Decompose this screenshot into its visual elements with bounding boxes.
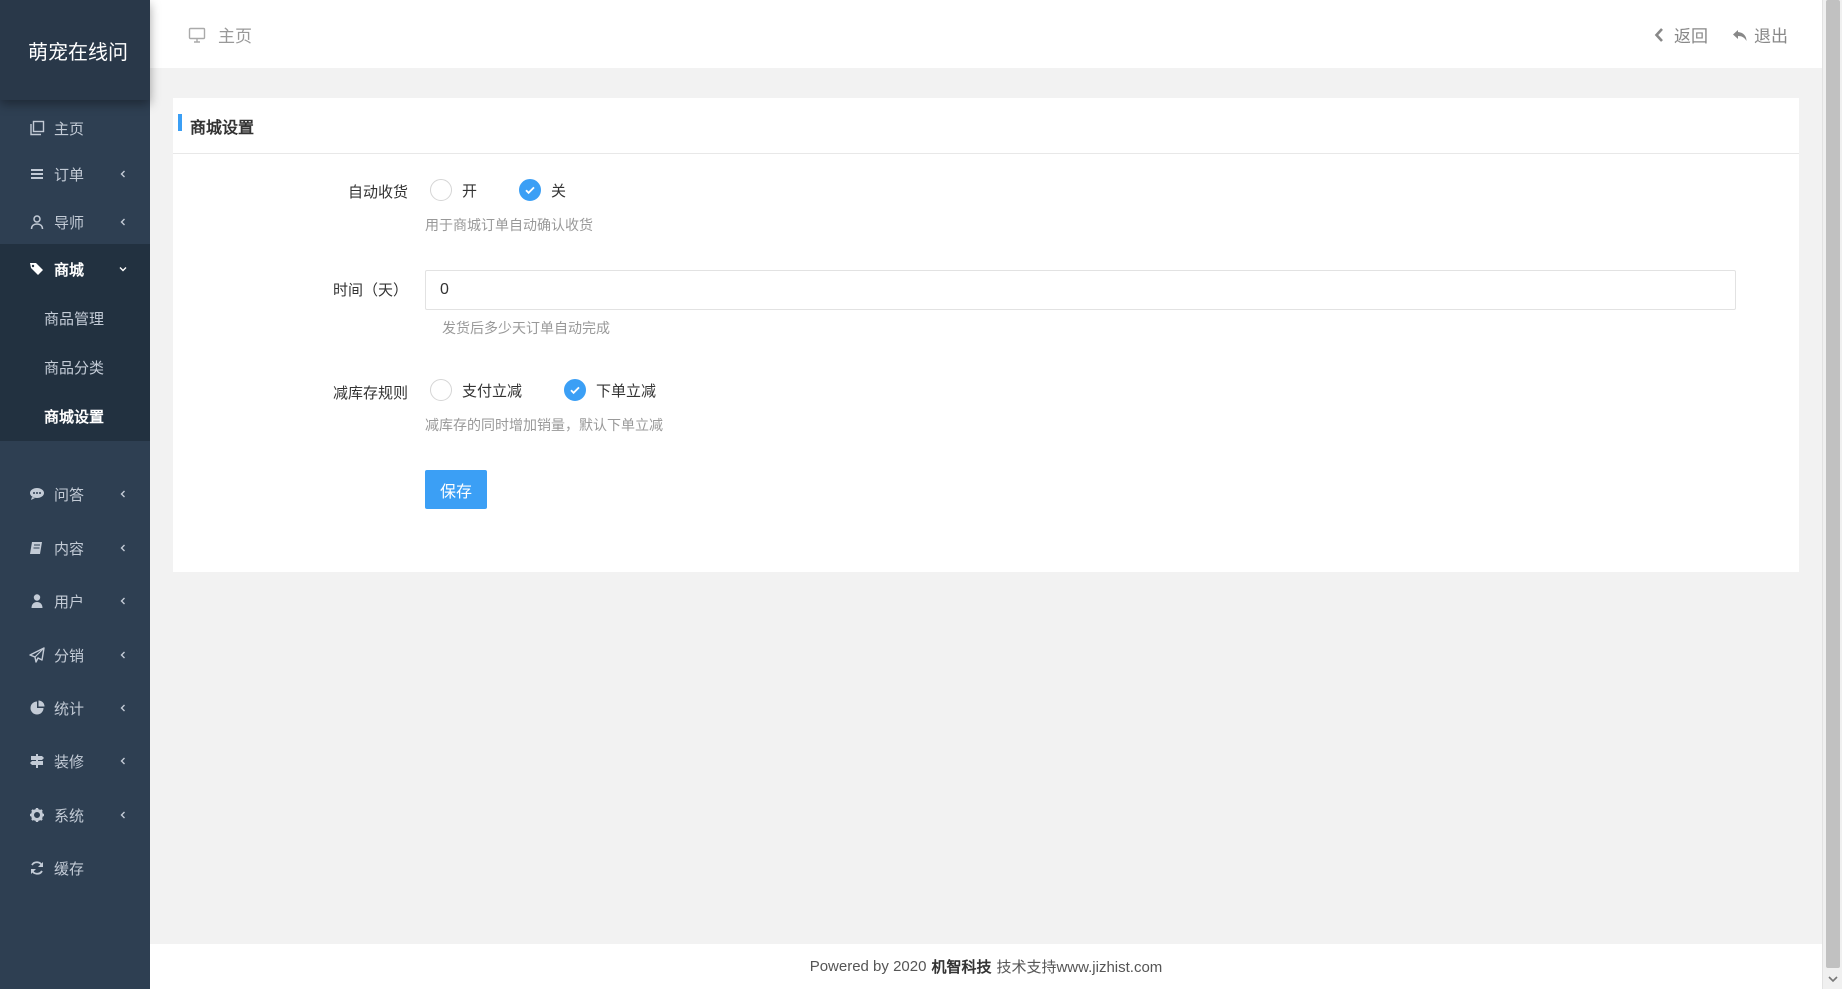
- radio-label: 支付立减: [462, 382, 523, 400]
- brand-logo: 萌宠在线问: [0, 0, 150, 100]
- days-label: 时间（天）: [332, 282, 408, 299]
- panel-header: 商城设置: [173, 98, 1799, 154]
- sidebar-item-users[interactable]: 用户: [0, 576, 150, 626]
- chevron-left-icon: [120, 651, 125, 659]
- panel-title: 商城设置: [190, 119, 255, 137]
- back-button[interactable]: 返回: [1652, 22, 1708, 47]
- auto-receive-on-radio[interactable]: 开: [430, 179, 477, 201]
- signpost-icon: [28, 752, 46, 770]
- radio-circle: [430, 379, 452, 401]
- chevron-left-icon: [120, 757, 125, 765]
- sidebar-item-label: 系统: [54, 807, 85, 825]
- top-bar: 主页 返回 退出: [150, 0, 1822, 68]
- sidebar-item-label: 导师: [54, 214, 85, 232]
- logout-label: 退出: [1754, 27, 1788, 46]
- tags-icon: [28, 260, 46, 278]
- sidebar-item-label: 主页: [54, 120, 85, 138]
- sidebar-subitem-product-category[interactable]: 商品分类: [0, 343, 150, 392]
- days-hint: 发货后多少天订单自动完成: [442, 320, 610, 336]
- chevron-left-icon: [120, 490, 125, 498]
- stock-rule-order-radio[interactable]: 下单立减: [564, 379, 656, 401]
- refresh-icon: [28, 859, 46, 877]
- footer: Powered by 2020 机智科技 技术支持www.jizhist.com: [150, 944, 1822, 989]
- sidebar-item-label: 装修: [54, 753, 85, 771]
- sidebar-subitem-label: 商品分类: [44, 360, 105, 377]
- gear-icon: [28, 806, 46, 824]
- radio-label: 关: [551, 182, 567, 200]
- chevron-left-icon: [120, 704, 125, 712]
- back-label: 返回: [1674, 27, 1708, 46]
- sidebar-item-label: 订单: [54, 166, 85, 184]
- sidebar-subitem-shop-settings[interactable]: 商城设置: [0, 392, 150, 441]
- chevron-left-icon: [120, 597, 125, 605]
- shop-settings-panel: 商城设置 自动收货 开 关 用于商城订单自动确认收货 时间（天） 发货后多少天订…: [173, 98, 1799, 572]
- logout-button[interactable]: 退出: [1732, 22, 1788, 47]
- chevron-left-icon: [120, 544, 125, 552]
- chevron-down-icon: [119, 267, 127, 272]
- radio-label: 下单立减: [596, 382, 657, 400]
- chevron-left-icon: [1654, 27, 1663, 42]
- sidebar-subitem-label: 商品管理: [44, 311, 105, 328]
- stock-rule-label: 减库存规则: [332, 385, 408, 402]
- sidebar-item-cache[interactable]: 缓存: [0, 843, 150, 893]
- page-scrollbar[interactable]: [1822, 0, 1842, 989]
- breadcrumb-home: 主页: [218, 27, 252, 46]
- user-outline-icon: [28, 213, 46, 231]
- copy-icon: [28, 119, 46, 137]
- auto-receive-hint: 用于商城订单自动确认收货: [425, 217, 593, 233]
- sidebar-item-label: 内容: [54, 540, 85, 558]
- sidebar-item-content[interactable]: 内容: [0, 523, 150, 573]
- sidebar-subitem-product-management[interactable]: 商品管理: [0, 294, 150, 343]
- stock-rule-hint: 减库存的同时增加销量，默认下单立减: [425, 417, 663, 433]
- auto-receive-off-radio[interactable]: 关: [519, 179, 566, 201]
- sidebar-item-label: 缓存: [54, 860, 85, 878]
- stock-rule-pay-radio[interactable]: 支付立减: [430, 379, 522, 401]
- book-icon: [28, 539, 46, 557]
- sidebar-subitem-label: 商城设置: [44, 409, 105, 426]
- sidebar-item-qa[interactable]: 问答: [0, 469, 150, 519]
- chevron-left-icon: [120, 170, 125, 178]
- sidebar-item-distribution[interactable]: 分销: [0, 630, 150, 680]
- radio-label: 开: [462, 182, 478, 200]
- user-icon: [28, 592, 46, 610]
- comment-icon: [28, 485, 46, 503]
- scroll-down-arrow-icon[interactable]: [1827, 973, 1839, 985]
- paper-plane-icon: [28, 646, 46, 664]
- sidebar-item-label: 用户: [54, 593, 85, 611]
- sidebar-item-statistics[interactable]: 统计: [0, 683, 150, 733]
- pie-chart-icon: [28, 699, 46, 717]
- footer-suffix: 技术支持www.jizhist.com: [996, 959, 1163, 976]
- sidebar-item-decoration[interactable]: 装修: [0, 736, 150, 786]
- sidebar-item-mentors[interactable]: 导师: [0, 197, 150, 247]
- sidebar-item-label: 商城: [54, 261, 85, 279]
- title-accent-bar: [178, 114, 182, 131]
- chevron-left-icon: [120, 218, 125, 226]
- sidebar-item-label: 分销: [54, 647, 85, 665]
- breadcrumb[interactable]: 主页: [188, 22, 252, 47]
- save-button[interactable]: 保存: [425, 470, 487, 509]
- monitor-icon: [188, 27, 206, 43]
- scrollbar-thumb[interactable]: [1826, 0, 1840, 968]
- sidebar-item-label: 统计: [54, 700, 85, 718]
- sidebar-item-label: 问答: [54, 486, 85, 504]
- chevron-left-icon: [120, 811, 125, 819]
- days-input[interactable]: [425, 270, 1736, 310]
- radio-checked-icon: [519, 179, 541, 201]
- sidebar: 萌宠在线问 主页 订单 导师 商城 商品管理 商品分类 商城设置 问答 内容 用…: [0, 0, 150, 989]
- reply-icon: [1733, 29, 1747, 41]
- sidebar-item-home[interactable]: 主页: [0, 103, 150, 153]
- list-icon: [28, 165, 46, 183]
- sidebar-item-shop[interactable]: 商城: [0, 244, 150, 294]
- sidebar-item-system[interactable]: 系统: [0, 790, 150, 840]
- radio-checked-icon: [564, 379, 586, 401]
- footer-prefix: Powered by 2020: [809, 958, 927, 975]
- sidebar-item-orders[interactable]: 订单: [0, 149, 150, 199]
- radio-circle: [430, 179, 452, 201]
- auto-receive-label: 自动收货: [347, 184, 408, 201]
- footer-company: 机智科技: [931, 959, 992, 976]
